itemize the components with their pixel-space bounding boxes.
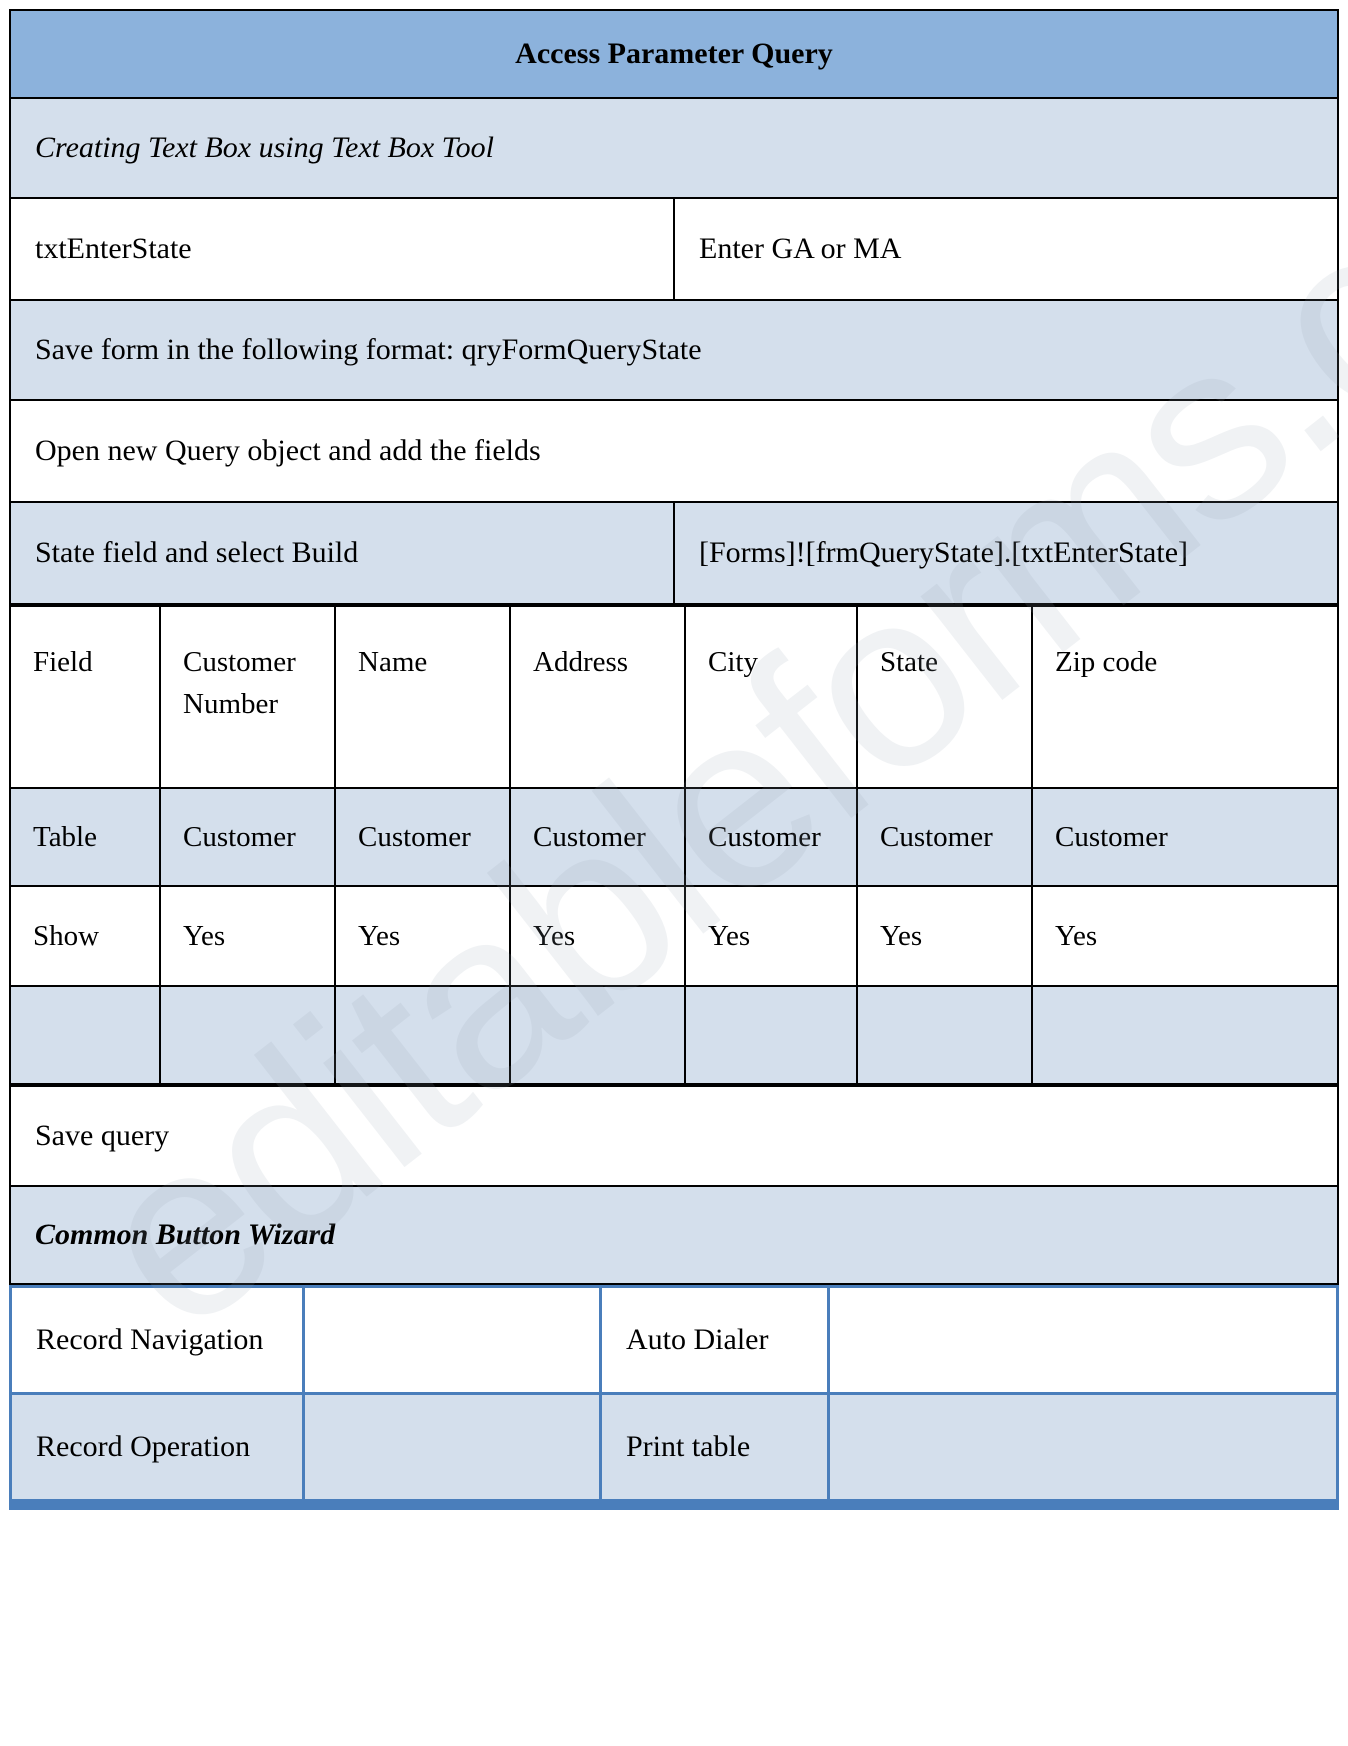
query-grid-cell[interactable]: Name xyxy=(334,605,511,789)
query-grid-row-field: Field Customer Number Name Address City State… xyxy=(9,605,1339,789)
query-grid-cell[interactable] xyxy=(684,985,858,1085)
wizard-option-blank[interactable] xyxy=(827,1392,1339,1502)
state-build-row: State field and select Build [Forms]![fr… xyxy=(9,501,1339,605)
textbox-name-cell[interactable]: txtEnterState xyxy=(9,197,675,301)
wizard-option-label[interactable]: Auto Dialer xyxy=(599,1285,830,1395)
query-grid-cell[interactable]: Yes xyxy=(334,885,511,987)
query-grid-cell[interactable]: Yes xyxy=(856,885,1033,987)
subtitle-text: Creating Text Box using Text Box Tool xyxy=(9,97,1339,199)
query-grid-cell[interactable]: Zip code xyxy=(1031,605,1339,789)
query-grid-row-table: Table Customer Customer Customer Customer Cus… xyxy=(9,787,1339,887)
wizard-option-blank[interactable] xyxy=(302,1392,602,1502)
query-grid-cell[interactable]: Customer xyxy=(509,787,686,887)
subtitle-row: Creating Text Box using Text Box Tool xyxy=(9,97,1339,199)
query-grid-cell[interactable]: Customer xyxy=(334,787,511,887)
open-query-row: Open new Query object and add the fields xyxy=(9,399,1339,503)
form-sheet: Access Parameter Query Creating Text Box… xyxy=(9,9,1339,1510)
wizard-section-title: Common Button Wizard xyxy=(9,1185,1339,1285)
wizard-option-label[interactable]: Record Operation xyxy=(9,1392,305,1502)
query-design-grid: Field Customer Number Name Address City State… xyxy=(9,605,1339,1085)
form-header-table: Access Parameter Query Creating Text Box… xyxy=(9,9,1339,605)
wizard-option-blank[interactable] xyxy=(827,1285,1339,1395)
query-grid-row-blank xyxy=(9,985,1339,1085)
query-grid-cell[interactable] xyxy=(856,985,1033,1085)
query-grid-cell[interactable]: State xyxy=(856,605,1033,789)
save-form-instruction: Save form in the following format: qryFo… xyxy=(9,299,1339,401)
common-button-wizard-table: Record Navigation Auto Dialer Record Opera… xyxy=(9,1285,1339,1502)
state-build-label: State field and select Build xyxy=(9,501,675,605)
query-grid-cell[interactable] xyxy=(1031,985,1339,1085)
query-grid-cell[interactable]: Address xyxy=(509,605,686,789)
save-form-row: Save form in the following format: qryFo… xyxy=(9,299,1339,401)
wizard-option-label[interactable]: Print table xyxy=(599,1392,830,1502)
query-grid-cell: Field xyxy=(9,605,161,789)
query-grid-cell xyxy=(9,985,161,1085)
query-grid-row-show: Show Yes Yes Yes Yes Yes Yes xyxy=(9,885,1339,987)
title-row: Access Parameter Query xyxy=(9,9,1339,99)
textbox-row: txtEnterState Enter GA or MA xyxy=(9,197,1339,301)
wizard-table-row: Record Navigation Auto Dialer xyxy=(9,1285,1339,1395)
query-grid-cell[interactable] xyxy=(334,985,511,1085)
wizard-table-row: Record Operation Print table xyxy=(9,1392,1339,1502)
query-grid-cell[interactable] xyxy=(509,985,686,1085)
query-grid-cell[interactable]: Customer xyxy=(856,787,1033,887)
save-query-row: Save query xyxy=(9,1085,1339,1187)
wizard-option-label[interactable]: Record Navigation xyxy=(9,1285,305,1395)
query-grid-cell[interactable]: City xyxy=(684,605,858,789)
query-grid-cell[interactable]: Yes xyxy=(684,885,858,987)
query-grid-cell[interactable]: Customer xyxy=(684,787,858,887)
query-grid-cell[interactable]: Customer xyxy=(159,787,336,887)
query-grid-cell[interactable]: Customer Number xyxy=(159,605,336,789)
query-grid-cell: Show xyxy=(9,885,161,987)
page-title: Access Parameter Query xyxy=(9,9,1339,99)
state-build-expression[interactable]: [Forms]![frmQueryState].[txtEnterState] xyxy=(673,501,1339,605)
query-grid-cell[interactable]: Customer xyxy=(1031,787,1339,887)
wizard-table-bottom-rule xyxy=(9,1502,1339,1510)
query-grid-cell[interactable]: Yes xyxy=(1031,885,1339,987)
query-grid-cell[interactable]: Yes xyxy=(159,885,336,987)
wizard-title-row: Common Button Wizard xyxy=(9,1185,1339,1285)
query-grid-cell: Table xyxy=(9,787,161,887)
wizard-option-blank[interactable] xyxy=(302,1285,602,1395)
query-grid-cell[interactable] xyxy=(159,985,336,1085)
query-grid-cell[interactable]: Yes xyxy=(509,885,686,987)
form-footer-table: Save query Common Button Wizard xyxy=(9,1085,1339,1285)
open-query-instruction: Open new Query object and add the fields xyxy=(9,399,1339,503)
textbox-caption-cell[interactable]: Enter GA or MA xyxy=(673,197,1339,301)
save-query-instruction: Save query xyxy=(9,1085,1339,1187)
